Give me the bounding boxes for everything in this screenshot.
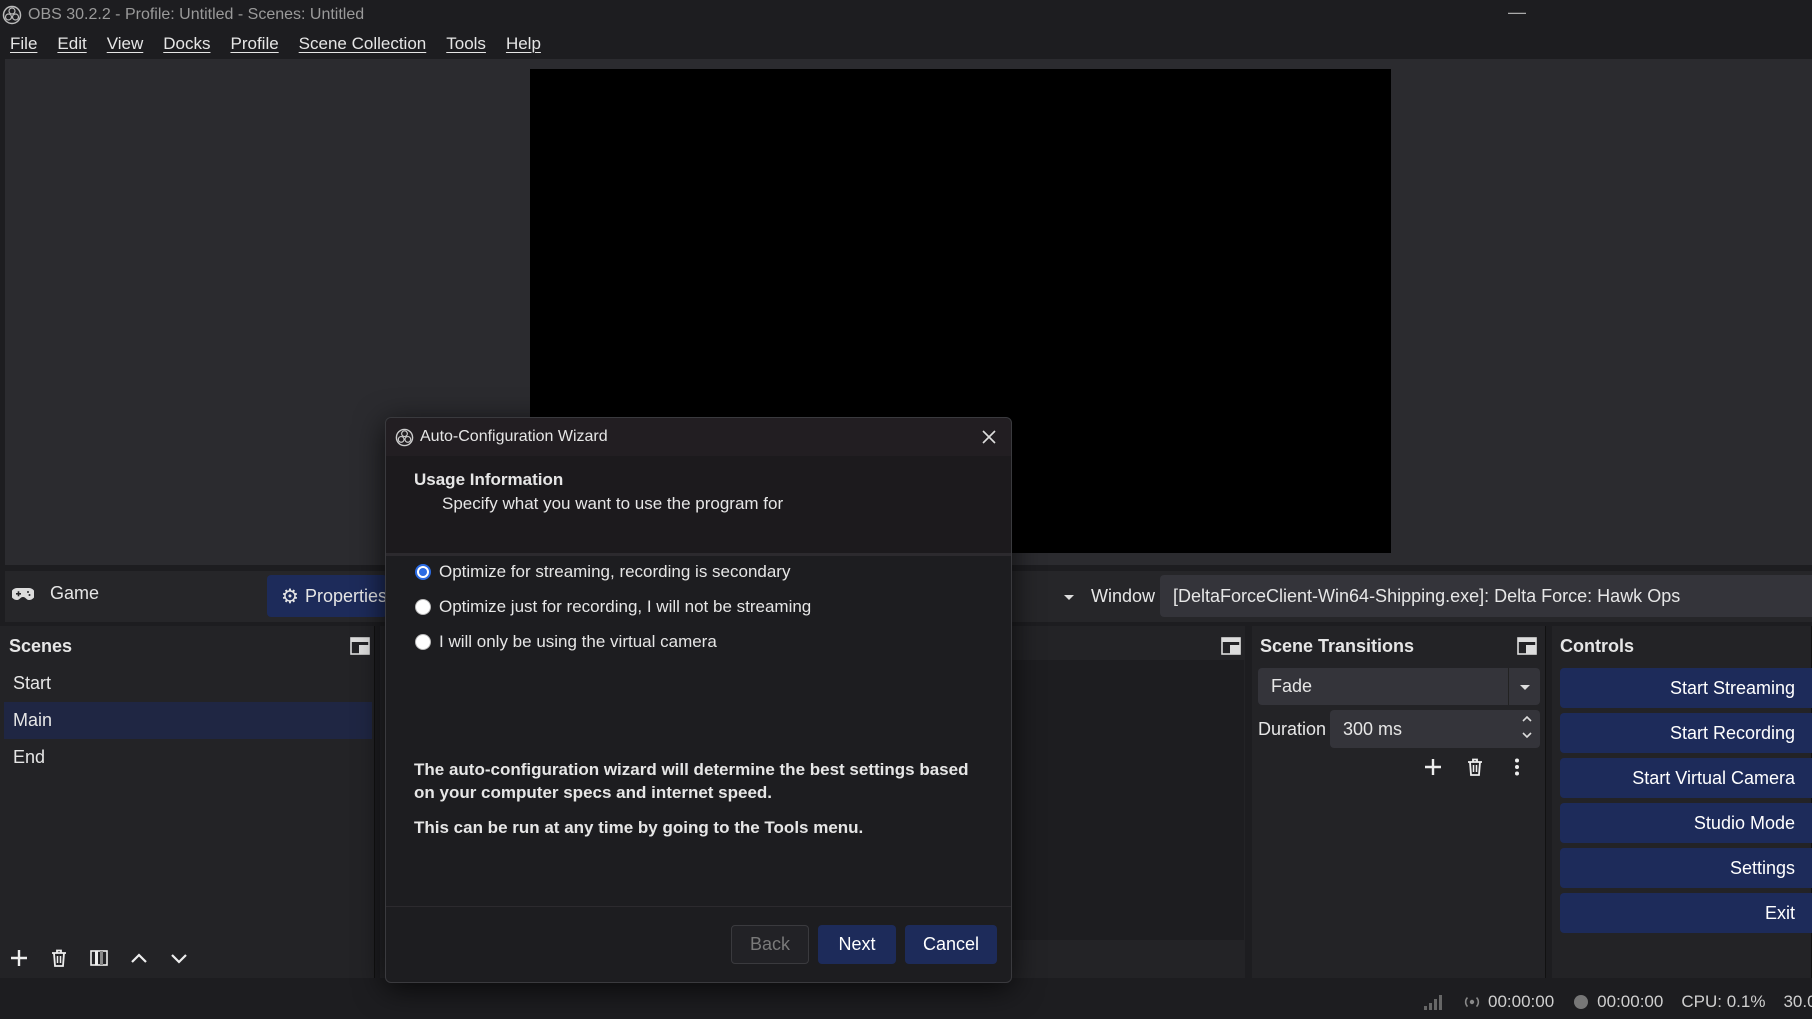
undock-icon[interactable] [1220,636,1242,656]
radio-button-checked[interactable] [415,564,431,580]
record-status: 00:00:00 [1572,992,1663,1012]
obs-logo-icon [2,5,22,24]
transition-properties-button[interactable] [1502,752,1532,782]
dialog-header: Auto-Configuration Wizard [386,418,1011,456]
menu-scene-collection[interactable]: Scene Collection [299,34,427,54]
option-virtual-camera-label: I will only be using the virtual camera [439,632,717,651]
menu-view[interactable]: View [107,34,144,54]
more-vertical-icon [1515,758,1519,776]
spin-down-icon[interactable] [1520,728,1534,742]
window-title: OBS 30.2.2 - Profile: Untitled - Scenes:… [28,5,365,23]
obs-logo-icon [395,428,414,446]
duration-spinbox[interactable]: 300 ms [1330,710,1540,748]
menu-help[interactable]: Help [506,34,541,54]
option-recording-label: Optimize just for recording, I will not … [439,597,812,616]
close-icon[interactable] [979,427,999,447]
chevron-down-icon [1508,668,1540,705]
chevron-down-icon[interactable] [1058,586,1080,608]
duration-value: 300 ms [1343,718,1403,739]
chevron-down-icon [171,954,187,964]
menu-tools[interactable]: Tools [446,34,486,54]
add-scene-button[interactable] [4,943,34,973]
menu-file[interactable]: File [10,34,37,54]
spin-arrows[interactable] [1520,712,1534,742]
status-bar: 00:00:00 00:00:00 CPU: 0.1% 30.00 [0,985,1812,1019]
wizard-tools-note: This can be run at any time by going to … [414,818,864,837]
cancel-button[interactable]: Cancel [905,925,997,964]
chevron-up-icon [131,953,147,963]
fps-readout: 30.00 [1783,992,1812,1011]
window-label: Window [1091,586,1156,606]
window-select-value: [DeltaForceClient-Win64-Shipping.exe]: D… [1173,585,1681,606]
start-streaming-button[interactable]: Start Streaming [1560,668,1812,708]
properties-label: Properties [304,585,387,606]
wizard-note: The auto-configuration wizard will deter… [414,760,969,802]
undock-icon[interactable] [349,636,371,656]
settings-button[interactable]: Settings [1560,848,1812,888]
spin-up-icon[interactable] [1520,712,1534,726]
scenes-title: Scenes [9,636,73,656]
scene-transitions-title: Scene Transitions [1260,636,1415,656]
scenes-toolbar [4,940,194,976]
minimize-button[interactable]: — [1502,2,1532,26]
trash-icon [52,949,66,967]
auto-config-wizard-dialog: Auto-Configuration Wizard Usage Informat… [385,417,1012,983]
option-streaming-label: Optimize for streaming, recording is sec… [439,562,791,581]
menu-bar: File Edit View Docks Profile Scene Colle… [0,29,1812,59]
source-name-label: Game [50,583,100,603]
menu-profile[interactable]: Profile [230,34,278,54]
add-transition-button[interactable] [1418,752,1448,782]
broadcast-icon [1464,996,1480,1008]
plus-icon [1425,759,1441,775]
usage-info-title: Usage Information [414,470,564,489]
signal-strength-icon [1423,995,1442,1010]
undock-icon[interactable] [1516,636,1538,656]
filter-icon [90,950,108,966]
exit-button[interactable]: Exit [1560,893,1812,933]
radio-button[interactable] [415,599,431,615]
remove-scene-button[interactable] [44,943,74,973]
move-scene-up-button[interactable] [124,943,154,973]
transition-select[interactable]: Fade [1258,668,1540,705]
scene-item-start[interactable]: Start [4,665,372,702]
move-scene-down-button[interactable] [164,943,194,973]
scenes-list: Start Main End [4,665,372,945]
remove-transition-button[interactable] [1460,752,1490,782]
usage-info-subtitle: Specify what you want to use the program… [442,494,784,513]
trash-icon [1468,758,1482,776]
plus-icon [11,950,27,966]
scene-item-main[interactable]: Main [4,702,372,739]
radio-button[interactable] [415,634,431,650]
menu-docks[interactable]: Docks [163,34,210,54]
selected-source: Game [12,583,99,604]
cpu-usage: CPU: 0.1% [1681,992,1766,1011]
stream-status: 00:00:00 [1463,992,1554,1012]
record-icon [1574,995,1589,1009]
scene-filters-button[interactable] [84,943,114,973]
scene-item-end[interactable]: End [4,739,372,776]
next-button[interactable]: Next [818,925,896,964]
option-recording[interactable]: Optimize just for recording, I will not … [415,597,811,617]
back-button[interactable]: Back [731,925,809,964]
option-virtual-camera[interactable]: I will only be using the virtual camera [415,632,717,652]
title-bar: OBS 30.2.2 - Profile: Untitled - Scenes:… [0,0,1812,29]
record-time: 00:00:00 [1597,992,1664,1011]
transition-tools [1418,752,1532,782]
start-recording-button[interactable]: Start Recording [1560,713,1812,753]
gamepad-icon [12,587,34,600]
menu-edit[interactable]: Edit [57,34,86,54]
studio-mode-button[interactable]: Studio Mode [1560,803,1812,843]
properties-button[interactable]: ⚙ Properties [267,575,387,617]
duration-label: Duration [1258,719,1327,739]
stream-time: 00:00:00 [1487,992,1555,1011]
start-virtual-camera-button[interactable]: Start Virtual Camera [1560,758,1812,798]
dialog-title: Auto-Configuration Wizard [420,428,608,445]
audio-mixer-area [1010,660,1244,940]
window-select[interactable]: [DeltaForceClient-Win64-Shipping.exe]: D… [1160,575,1812,617]
transition-select-value: Fade [1271,676,1313,696]
controls-title: Controls [1560,636,1634,656]
gear-icon: ⚙ [281,585,299,608]
option-streaming[interactable]: Optimize for streaming, recording is sec… [415,562,790,582]
